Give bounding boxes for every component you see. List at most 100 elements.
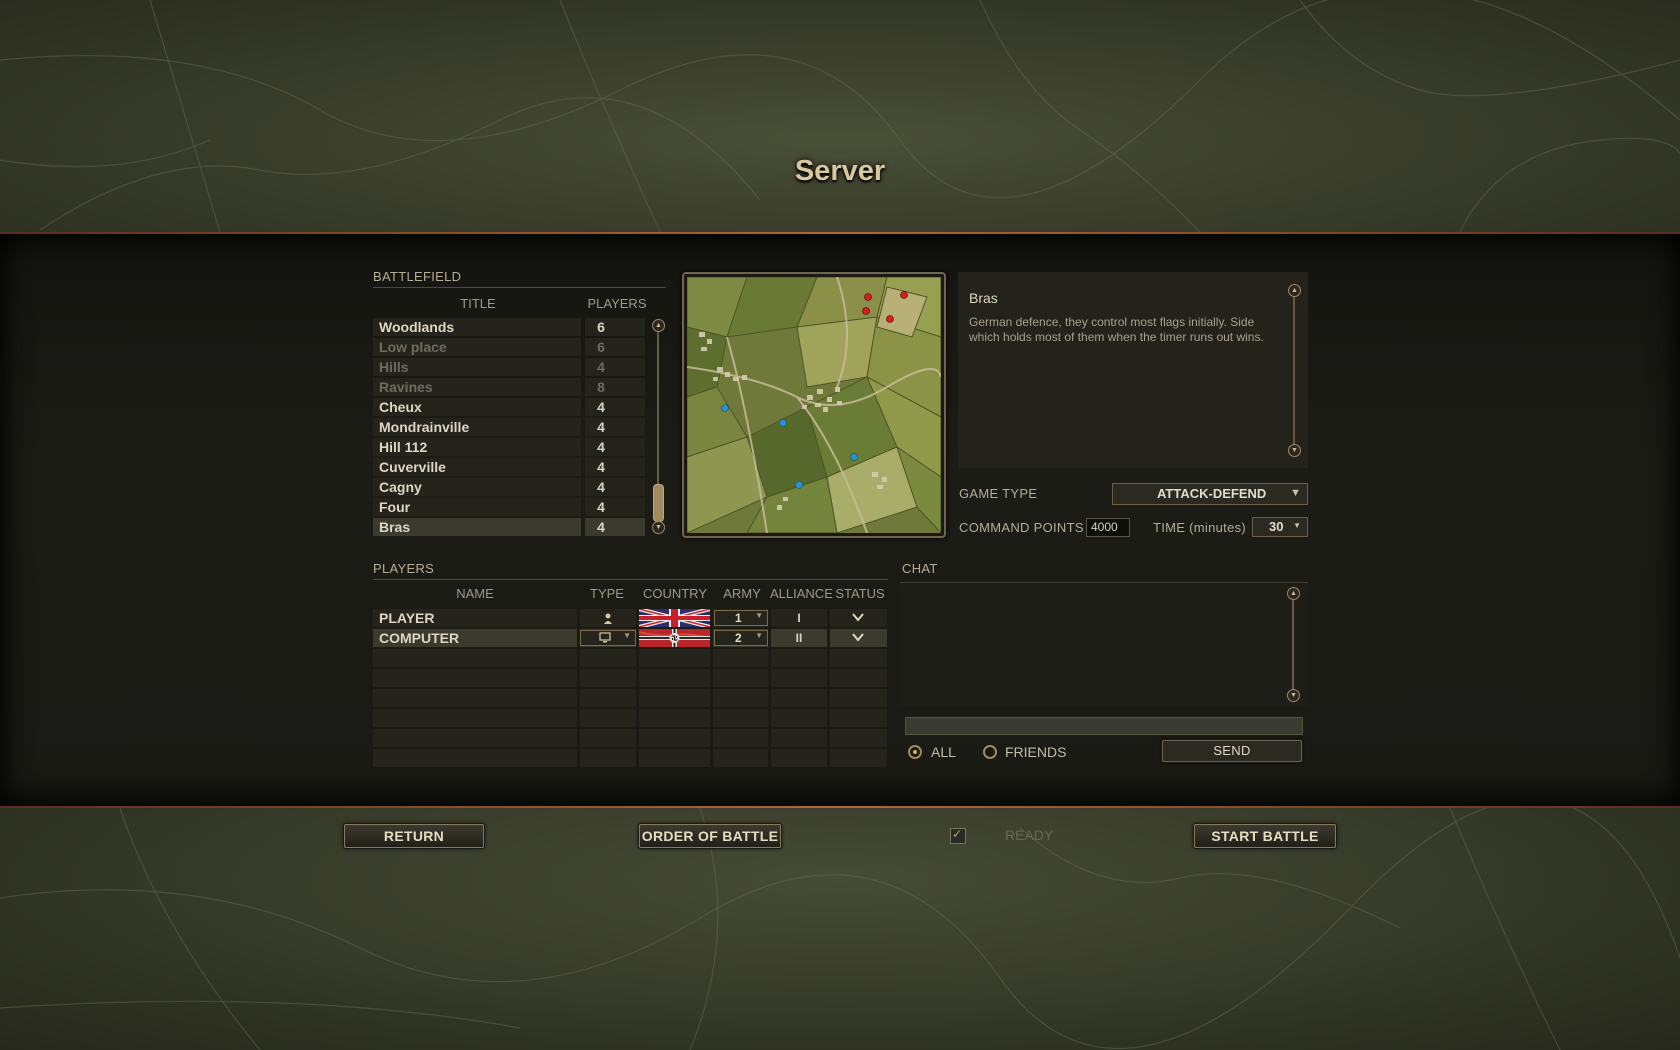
uk-flag-icon[interactable] bbox=[639, 609, 710, 627]
time-label: TIME (minutes) bbox=[1153, 520, 1247, 535]
flag-marker-blue bbox=[779, 419, 787, 427]
map-players: 4 bbox=[597, 419, 605, 435]
game-type-dropdown[interactable]: ATTACK-DEFEND ▼ bbox=[1112, 483, 1308, 505]
map-players: 8 bbox=[597, 379, 605, 395]
type-dropdown[interactable]: ▼ bbox=[580, 630, 636, 646]
map-preview bbox=[682, 272, 946, 538]
battlefield-list: Woodlands 6 Low place 6 Hills 4 Ravines 8 Ch… bbox=[373, 317, 665, 537]
chat-log bbox=[900, 582, 1308, 707]
radio-friends[interactable] bbox=[983, 745, 997, 759]
col-type: TYPE bbox=[590, 586, 624, 601]
map-row[interactable]: Ravines 8 bbox=[373, 377, 665, 397]
map-title: Cuverville bbox=[379, 459, 446, 475]
game-type-value: ATTACK-DEFEND bbox=[1157, 486, 1267, 501]
time-dropdown[interactable]: 30 ▼ bbox=[1252, 517, 1308, 537]
player-row-selected[interactable]: COMPUTER ▼ 2 ▼ II bbox=[373, 628, 887, 648]
col-alliance: ALLIANCE bbox=[770, 586, 833, 601]
ready-label: READY bbox=[1005, 827, 1054, 843]
empty-player-slot[interactable] bbox=[373, 688, 887, 708]
scroll-up-icon[interactable]: ▲ bbox=[1288, 284, 1301, 297]
map-title: Hills bbox=[379, 359, 409, 375]
map-title: Ravines bbox=[379, 379, 433, 395]
map-title: Cagny bbox=[379, 479, 422, 495]
scroll-down-icon[interactable]: ▼ bbox=[1287, 689, 1300, 702]
empty-player-slot[interactable] bbox=[373, 728, 887, 748]
col-army: ARMY bbox=[723, 586, 761, 601]
scroll-down-icon[interactable]: ▼ bbox=[652, 521, 665, 534]
players-label: PLAYERS bbox=[373, 561, 435, 576]
col-name: NAME bbox=[456, 586, 494, 601]
top-map-background bbox=[0, 0, 1680, 232]
map-players: 4 bbox=[597, 359, 605, 375]
map-row[interactable]: Cagny 4 bbox=[373, 477, 665, 497]
scroll-up-icon[interactable]: ▲ bbox=[652, 319, 665, 332]
scroll-up-icon[interactable]: ▲ bbox=[1287, 587, 1300, 600]
player-name: COMPUTER bbox=[379, 630, 460, 646]
order-of-battle-button[interactable]: ORDER OF BATTLE bbox=[639, 824, 781, 848]
map-row-selected[interactable]: Bras 4 bbox=[373, 517, 665, 537]
chevron-down-icon[interactable] bbox=[851, 630, 865, 648]
col-country: COUNTRY bbox=[642, 586, 708, 601]
map-description-panel: Bras German defence, they control most f… bbox=[958, 272, 1308, 468]
flag-marker-red bbox=[886, 315, 894, 323]
bottom-map-background bbox=[0, 808, 1680, 1050]
empty-player-slot[interactable] bbox=[373, 648, 887, 668]
command-points-input[interactable]: 4000 bbox=[1086, 518, 1130, 537]
map-description-title: Bras bbox=[969, 290, 998, 306]
map-row[interactable]: Mondrainville 4 bbox=[373, 417, 665, 437]
map-row[interactable]: Four 4 bbox=[373, 497, 665, 517]
return-button[interactable]: RETURN bbox=[344, 824, 484, 848]
map-row[interactable]: Woodlands 6 bbox=[373, 317, 665, 337]
game-type-label: GAME TYPE bbox=[959, 486, 1038, 501]
army-value: 2 bbox=[735, 631, 742, 645]
battlefield-label: BATTLEFIELD bbox=[373, 269, 462, 284]
time-value: 30 bbox=[1269, 519, 1284, 534]
map-players: 4 bbox=[597, 459, 605, 475]
chat-input[interactable] bbox=[905, 717, 1303, 735]
computer-icon bbox=[599, 632, 611, 646]
chevron-down-icon: ▼ bbox=[623, 631, 631, 640]
col-status: STATUS bbox=[835, 586, 885, 601]
map-row[interactable]: Cuverville 4 bbox=[373, 457, 665, 477]
army-dropdown[interactable]: 2 ▼ bbox=[714, 630, 768, 646]
alliance-value[interactable]: I bbox=[771, 611, 827, 625]
map-players: 4 bbox=[597, 439, 605, 455]
chevron-down-icon[interactable] bbox=[851, 610, 865, 628]
empty-player-slot[interactable] bbox=[373, 668, 887, 688]
chevron-down-icon: ▼ bbox=[1290, 487, 1301, 499]
chat-label: CHAT bbox=[902, 561, 938, 576]
map-row[interactable]: Cheux 4 bbox=[373, 397, 665, 417]
army-value: 1 bbox=[735, 611, 742, 625]
player-name: PLAYER bbox=[379, 610, 435, 626]
map-title: Four bbox=[379, 499, 411, 515]
player-row[interactable]: PLAYER 1 ▼ I bbox=[373, 608, 887, 628]
map-players: 4 bbox=[597, 519, 605, 535]
start-battle-button[interactable]: START BATTLE bbox=[1194, 824, 1336, 848]
map-players: 4 bbox=[597, 399, 605, 415]
flag-marker-blue bbox=[850, 453, 858, 461]
chevron-down-icon: ▼ bbox=[755, 631, 763, 640]
players-divider bbox=[373, 579, 888, 580]
chat-scrollbar[interactable]: ▲ ▼ bbox=[1287, 587, 1300, 703]
scroll-thumb[interactable] bbox=[653, 484, 664, 522]
empty-player-slot[interactable] bbox=[373, 748, 887, 768]
flag-marker-red bbox=[862, 307, 870, 315]
map-row[interactable]: Hill 112 4 bbox=[373, 437, 665, 457]
battlefield-scrollbar[interactable]: ▲ ▼ bbox=[652, 319, 665, 534]
flag-marker-red bbox=[900, 291, 908, 299]
scroll-down-icon[interactable]: ▼ bbox=[1288, 444, 1301, 457]
col-players: PLAYERS bbox=[587, 296, 647, 311]
alliance-value[interactable]: II bbox=[771, 631, 827, 645]
flag-marker-blue bbox=[795, 481, 803, 489]
ready-checkbox[interactable]: ✓ bbox=[950, 827, 966, 844]
send-button[interactable]: SEND bbox=[1162, 740, 1302, 762]
map-title: Woodlands bbox=[379, 319, 455, 335]
description-scrollbar[interactable]: ▲ ▼ bbox=[1288, 284, 1301, 458]
map-row[interactable]: Low place 6 bbox=[373, 337, 665, 357]
german-flag-icon[interactable] bbox=[639, 629, 710, 647]
map-title: Bras bbox=[379, 519, 411, 535]
army-dropdown[interactable]: 1 ▼ bbox=[714, 610, 768, 626]
map-row[interactable]: Hills 4 bbox=[373, 357, 665, 377]
empty-player-slot[interactable] bbox=[373, 708, 887, 728]
radio-all[interactable] bbox=[908, 745, 922, 759]
